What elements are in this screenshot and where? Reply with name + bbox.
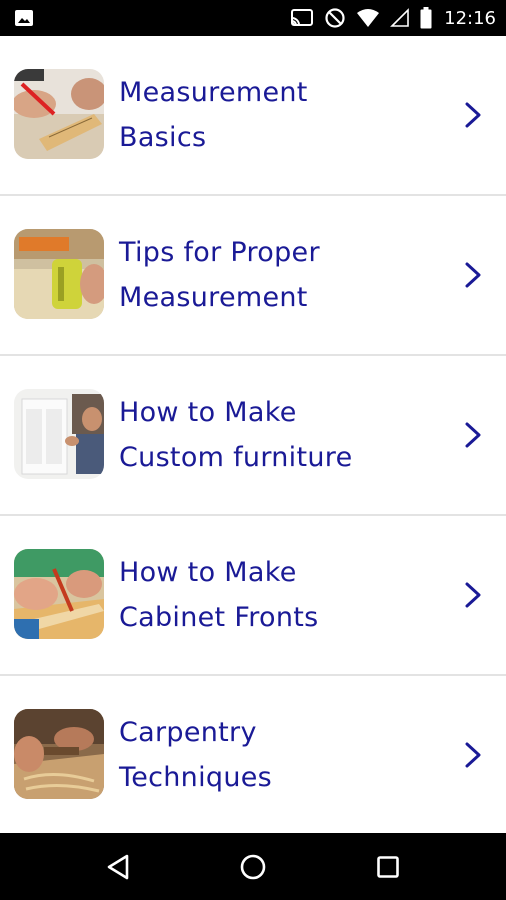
recents-icon [377,855,400,878]
carpentry-photo-thumbnail [14,709,104,799]
list-item-carpentry-techniques[interactable]: Carpentry Techniques [0,676,506,833]
chevron-right-icon [465,742,481,768]
list-item-label: Tips for Proper Measurement [119,237,320,313]
chevron-right-icon [465,582,481,608]
cast-icon [290,8,314,28]
navigation-bar [0,833,506,900]
do-not-disturb-icon [324,7,346,29]
home-icon [240,854,266,879]
battery-icon [420,7,432,29]
topic-list: Measurement Basics Tips for Proper Measu… [0,36,506,833]
tape-measure-photo-thumbnail [14,229,104,319]
back-icon [107,854,128,879]
chevron-right-icon [465,262,481,288]
list-item-tips-proper-measurement[interactable]: Tips for Proper Measurement [0,196,506,356]
list-item-custom-furniture[interactable]: How to Make Custom furniture [0,356,506,516]
cabinet-marking-photo-thumbnail [14,549,104,639]
recents-button[interactable] [368,847,408,887]
wifi-icon [356,8,380,28]
chevron-right-icon [465,422,481,448]
status-time: 12:16 [444,7,496,29]
furniture-photo-thumbnail [14,389,104,479]
status-bar: 12:16 [0,0,506,36]
list-item-label: How to Make Cabinet Fronts [119,557,319,633]
list-item-label: How to Make Custom furniture [119,397,353,473]
image-icon [14,9,34,27]
chevron-right-icon [465,102,481,128]
home-button[interactable] [233,847,273,887]
list-item-measurement-basics[interactable]: Measurement Basics [0,36,506,196]
measuring-photo-thumbnail [14,69,104,159]
list-item-label: Carpentry Techniques [119,717,273,793]
signal-icon [390,8,410,28]
list-item-label: Measurement Basics [119,77,308,153]
back-button[interactable] [98,847,138,887]
list-item-cabinet-fronts[interactable]: How to Make Cabinet Fronts [0,516,506,676]
